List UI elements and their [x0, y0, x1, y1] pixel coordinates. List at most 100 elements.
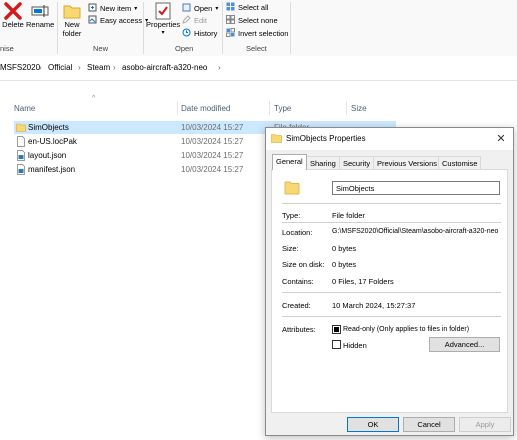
hidden-label[interactable]: Hidden	[343, 341, 367, 350]
history-label: History	[194, 29, 218, 38]
select-all-label: Select all	[238, 3, 269, 12]
chevron-right-icon[interactable]: ›	[78, 63, 81, 72]
chevron-right-icon[interactable]: ›	[39, 63, 42, 72]
hidden-checkbox[interactable]	[332, 340, 341, 349]
readonly-checkbox[interactable]	[332, 325, 341, 334]
select-all-button[interactable]: Select all	[226, 2, 268, 13]
readonly-label[interactable]: Read-only (Only applies to files in fold…	[343, 326, 469, 333]
column-separator[interactable]	[269, 101, 270, 115]
select-none-button[interactable]: Select none	[226, 15, 278, 26]
file-name: layout.json	[28, 151, 67, 160]
breadcrumb-item[interactable]: MSFS2020	[0, 63, 40, 72]
location-label: Location:	[282, 228, 313, 237]
properties-dialog: SimObjects Properties ✕ General Sharing …	[265, 127, 514, 436]
indeterminate-mark	[334, 327, 339, 332]
edit-label: Edit	[194, 16, 207, 25]
divider	[282, 203, 501, 204]
size-label: Size:	[282, 244, 299, 253]
tab-sharing[interactable]: Sharing	[306, 156, 340, 170]
file-date: 10/03/2024 15:27	[181, 137, 244, 146]
history-icon	[182, 28, 191, 39]
address-bar[interactable]: MSFS2020 › Official › Steam › asobo-airc…	[0, 56, 517, 81]
file-name: manifest.json	[28, 165, 76, 174]
ribbon-separator	[290, 2, 291, 54]
open-button[interactable]: Open ▾	[182, 3, 218, 14]
divider	[282, 222, 501, 223]
attributes-label: Attributes:	[282, 325, 316, 334]
json-file-icon	[16, 150, 26, 161]
contains-value: 0 Files, 17 Folders	[332, 277, 394, 286]
apply-button[interactable]: Apply	[459, 417, 511, 432]
new-group-label: New	[93, 44, 109, 53]
new-item-button[interactable]: New item ▾	[88, 3, 137, 14]
breadcrumb-item[interactable]: asobo-aircraft-a320-neo	[122, 63, 207, 72]
easy-access-icon	[88, 15, 97, 26]
chevron-down-icon: ▾	[215, 6, 219, 12]
edit-icon	[182, 15, 191, 26]
tab-security[interactable]: Security	[339, 156, 375, 170]
new-item-label: New item	[100, 4, 132, 13]
divider	[282, 316, 501, 317]
folder-icon	[284, 179, 300, 197]
json-file-icon	[16, 164, 26, 175]
column-separator[interactable]	[346, 101, 347, 115]
size-on-disk-label: Size on disk:	[282, 260, 325, 269]
created-value: 10 March 2024, 15:27:37	[332, 301, 416, 310]
ribbon-separator	[222, 2, 223, 54]
breadcrumb-item[interactable]: Steam	[87, 63, 110, 72]
column-separator[interactable]	[177, 101, 178, 115]
rename-button[interactable]: Rename	[26, 2, 54, 29]
ribbon: Delete Rename nise New folder New item ▾…	[0, 0, 517, 57]
size-on-disk-value: 0 bytes	[332, 260, 357, 269]
select-all-icon	[226, 2, 235, 13]
properties-label: Properties	[146, 20, 181, 29]
created-label: Created:	[282, 301, 311, 310]
delete-button[interactable]: Delete	[2, 2, 24, 29]
easy-access-label: Easy access	[100, 16, 143, 25]
close-icon[interactable]: ✕	[493, 131, 509, 147]
select-none-label: Select none	[238, 16, 278, 25]
open-label: Open	[194, 4, 213, 13]
chevron-down-icon: ▾	[134, 6, 138, 12]
folder-name-field[interactable]: SimObjects	[332, 181, 500, 195]
history-button[interactable]: History	[182, 28, 217, 39]
edit-button[interactable]: Edit	[182, 15, 207, 26]
dialog-title-bar[interactable]: SimObjects Properties ✕	[266, 128, 513, 150]
folder-name-value: SimObjects	[336, 184, 375, 193]
open-icon	[182, 3, 191, 14]
invert-selection-button[interactable]: Invert selection	[226, 28, 288, 39]
delete-label: Delete	[2, 20, 24, 29]
rename-icon	[31, 2, 49, 20]
divider	[282, 292, 501, 293]
advanced-button[interactable]: Advanced...	[429, 337, 500, 352]
file-name: en-US.locPak	[28, 137, 77, 146]
new-item-icon	[88, 3, 97, 14]
chevron-down-icon: ▾	[161, 30, 165, 36]
chevron-right-icon[interactable]: ›	[218, 63, 221, 72]
select-group-label: Select	[246, 44, 267, 53]
column-header-size[interactable]: Size	[351, 104, 367, 113]
folder-icon	[16, 122, 26, 133]
tab-previous-versions[interactable]: Previous Versions	[373, 156, 442, 170]
ok-button[interactable]: OK	[347, 417, 399, 432]
ribbon-separator	[57, 2, 58, 54]
new-folder-button[interactable]: New folder	[60, 2, 84, 38]
ribbon-separator	[143, 2, 144, 54]
rename-label: Rename	[26, 20, 55, 29]
tab-general[interactable]: General	[272, 154, 307, 170]
properties-icon	[154, 2, 172, 20]
open-group-label: Open	[175, 44, 194, 53]
column-header-date[interactable]: Date modified	[181, 104, 230, 113]
organise-group-label: nise	[0, 44, 14, 53]
tab-customise[interactable]: Customise	[438, 156, 482, 170]
contains-label: Contains:	[282, 277, 314, 286]
file-name: SimObjects	[28, 123, 69, 132]
cancel-button[interactable]: Cancel	[403, 417, 455, 432]
properties-button[interactable]: Properties ▾	[146, 2, 180, 38]
type-label: Type:	[282, 211, 301, 220]
chevron-right-icon[interactable]: ›	[113, 63, 116, 72]
easy-access-button[interactable]: Easy access ▾	[88, 15, 148, 26]
column-header-type[interactable]: Type	[274, 104, 291, 113]
breadcrumb-item[interactable]: Official	[48, 63, 72, 72]
column-header-name[interactable]: Name	[14, 104, 35, 113]
